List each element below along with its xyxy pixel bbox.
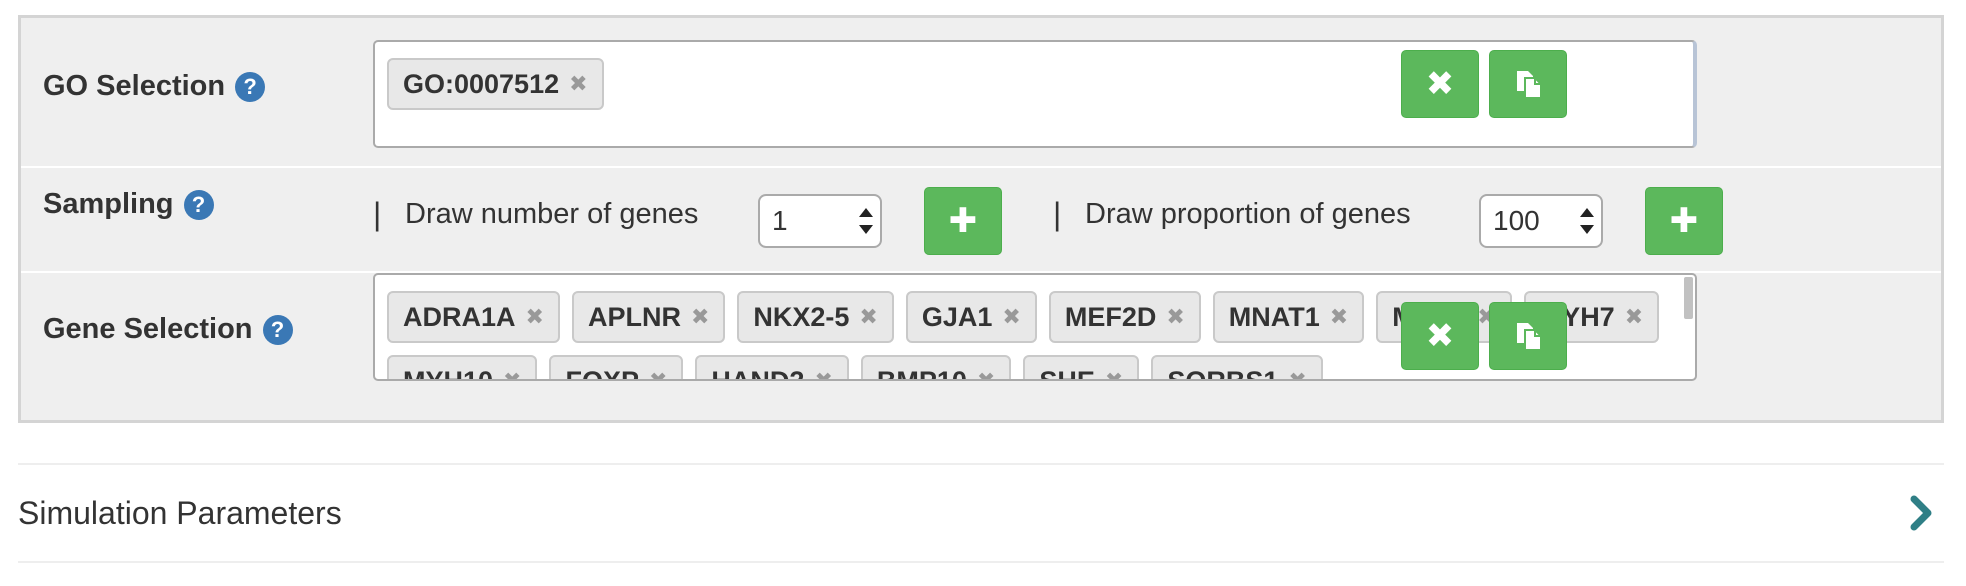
draw-proportion-input[interactable]: 100: [1479, 194, 1603, 248]
sampling-separator-2: |: [1053, 196, 1062, 232]
gene-tag[interactable]: ADRA1A ✖: [387, 291, 560, 343]
gene-tag[interactable]: BMP10 ✖: [860, 355, 1012, 381]
sampling-label: Sampling: [43, 188, 174, 220]
copy-icon: [1517, 323, 1542, 351]
gene-tag-label: ADRA1A: [403, 301, 516, 332]
gene-tag[interactable]: SHE ✖: [1023, 355, 1140, 381]
decrement-icon[interactable]: [1580, 225, 1594, 234]
draw-number-value: 1: [772, 205, 788, 236]
remove-tag-icon[interactable]: ✖: [649, 368, 667, 379]
sampling-separator: |: [373, 196, 382, 232]
remove-tag-icon[interactable]: ✖: [526, 304, 544, 330]
gene-selection-label: Gene Selection: [43, 313, 253, 345]
remove-tag-icon[interactable]: ✖: [691, 304, 709, 330]
gene-selection-panel: GO Selection ? GO:0007512 ✖ ✖ Sampling ? …: [18, 15, 1944, 423]
remove-tag-icon[interactable]: ✖: [569, 71, 587, 97]
gene-tag-label: HAND2: [711, 365, 805, 381]
draw-proportion-stepper[interactable]: [1573, 196, 1601, 246]
increment-icon[interactable]: [1580, 208, 1594, 217]
gene-tag[interactable]: NKX2-5 ✖: [737, 291, 894, 343]
go-copy-button[interactable]: [1489, 50, 1567, 118]
gene-tag-label: BMP10: [876, 365, 967, 381]
remove-tag-icon[interactable]: ✖: [1105, 368, 1123, 379]
remove-tag-icon[interactable]: ✖: [1166, 304, 1184, 330]
gene-tag-label: SHE: [1039, 365, 1095, 381]
go-tag-label: GO:0007512: [403, 68, 560, 99]
remove-tag-icon[interactable]: ✖: [1288, 368, 1306, 379]
gene-tag[interactable]: GJA1 ✖: [905, 291, 1037, 343]
gene-tag[interactable]: FOXP ✖: [549, 355, 684, 381]
remove-tag-icon[interactable]: ✖: [814, 368, 832, 379]
gene-tag-label: MYH10: [403, 365, 494, 381]
remove-tag-icon[interactable]: ✖: [503, 368, 521, 379]
gene-tag[interactable]: HAND2 ✖: [695, 355, 849, 381]
gene-tag[interactable]: MNAT1 ✖: [1212, 291, 1365, 343]
increment-icon[interactable]: [859, 208, 873, 217]
plus-icon: ✚: [1669, 202, 1699, 240]
go-selection-row: GO Selection ? GO:0007512 ✖ ✖: [21, 18, 1941, 168]
sampling-help-icon[interactable]: ?: [183, 189, 214, 220]
decrement-icon[interactable]: [859, 225, 873, 234]
draw-number-label: Draw number of genes: [405, 198, 699, 230]
simulation-parameters-title: Simulation Parameters: [18, 495, 342, 531]
go-tag[interactable]: GO:0007512 ✖: [387, 58, 604, 110]
gene-tag-label: MEF2D: [1064, 301, 1157, 332]
go-selection-label: GO Selection: [43, 70, 226, 102]
add-proportion-button[interactable]: ✚: [1645, 187, 1723, 255]
gene-tag-label: NKX2-5: [753, 301, 850, 332]
gene-tag[interactable]: APLNR ✖: [571, 291, 726, 343]
draw-proportion-label: Draw proportion of genes: [1085, 198, 1411, 230]
add-number-button[interactable]: ✚: [924, 187, 1002, 255]
copy-icon: [1517, 71, 1542, 99]
gene-tag-label: MNAT1: [1228, 301, 1320, 332]
draw-number-stepper[interactable]: [852, 196, 880, 246]
remove-tag-icon[interactable]: ✖: [859, 304, 877, 330]
gene-selection-row: Gene Selection ? ADRA1A ✖ APLNR ✖ NKX2-5 ✖ GJA…: [21, 273, 1941, 423]
draw-number-input[interactable]: 1: [758, 194, 882, 248]
gene-tag-label: APLNR: [587, 301, 681, 332]
gene-copy-button[interactable]: [1489, 302, 1567, 370]
plus-icon: ✚: [948, 202, 978, 240]
sampling-label-group: Sampling ?: [43, 188, 214, 221]
gene-selection-label-group: Gene Selection ?: [43, 313, 293, 346]
gene-tag-label: SORBS1: [1167, 365, 1279, 381]
remove-tag-icon[interactable]: ✖: [1002, 304, 1020, 330]
sampling-row: Sampling ? | Draw number of genes 1 ✚ | …: [21, 168, 1941, 273]
gene-tag[interactable]: MEF2D ✖: [1048, 291, 1201, 343]
gene-tag-label: FOXP: [565, 365, 639, 381]
simulation-parameters-header[interactable]: Simulation Parameters: [18, 463, 1944, 563]
go-clear-button[interactable]: ✖: [1401, 50, 1479, 118]
gene-list-scrollbar[interactable]: [1684, 277, 1693, 319]
go-selection-label-group: GO Selection ?: [43, 70, 266, 103]
gene-help-icon[interactable]: ?: [262, 314, 293, 345]
gene-tag-label: GJA1: [921, 301, 993, 332]
remove-tag-icon[interactable]: ✖: [977, 368, 995, 379]
gene-tag[interactable]: MYH10 ✖: [387, 355, 538, 381]
draw-proportion-value: 100: [1493, 205, 1540, 236]
times-icon: ✖: [1425, 317, 1455, 355]
gene-tag[interactable]: SORBS1 ✖: [1151, 355, 1323, 381]
gene-clear-button[interactable]: ✖: [1401, 302, 1479, 370]
remove-tag-icon[interactable]: ✖: [1625, 304, 1643, 330]
remove-tag-icon[interactable]: ✖: [1330, 304, 1348, 330]
times-icon: ✖: [1425, 65, 1455, 103]
go-help-icon[interactable]: ?: [235, 71, 266, 102]
chevron-right-icon[interactable]: [1906, 495, 1936, 531]
